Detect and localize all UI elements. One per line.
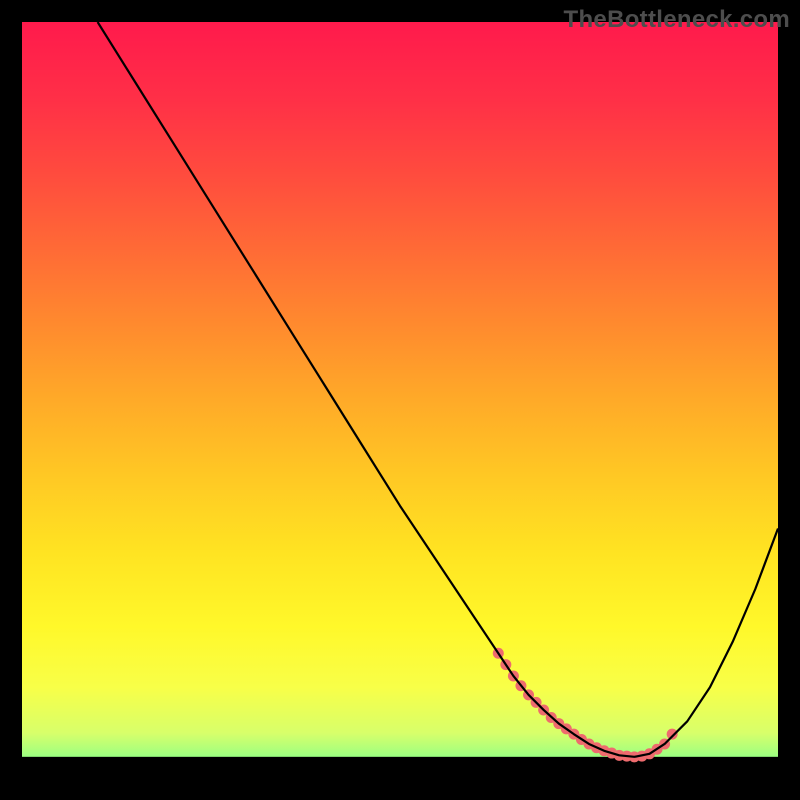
baseline-mask bbox=[22, 757, 778, 778]
watermark-text: TheBottleneck.com bbox=[564, 6, 790, 34]
plot-area bbox=[22, 22, 778, 778]
gradient-background bbox=[22, 22, 778, 778]
highlight-point bbox=[667, 729, 678, 740]
chart-container: TheBottleneck.com bbox=[0, 0, 800, 800]
chart-svg bbox=[22, 22, 778, 778]
